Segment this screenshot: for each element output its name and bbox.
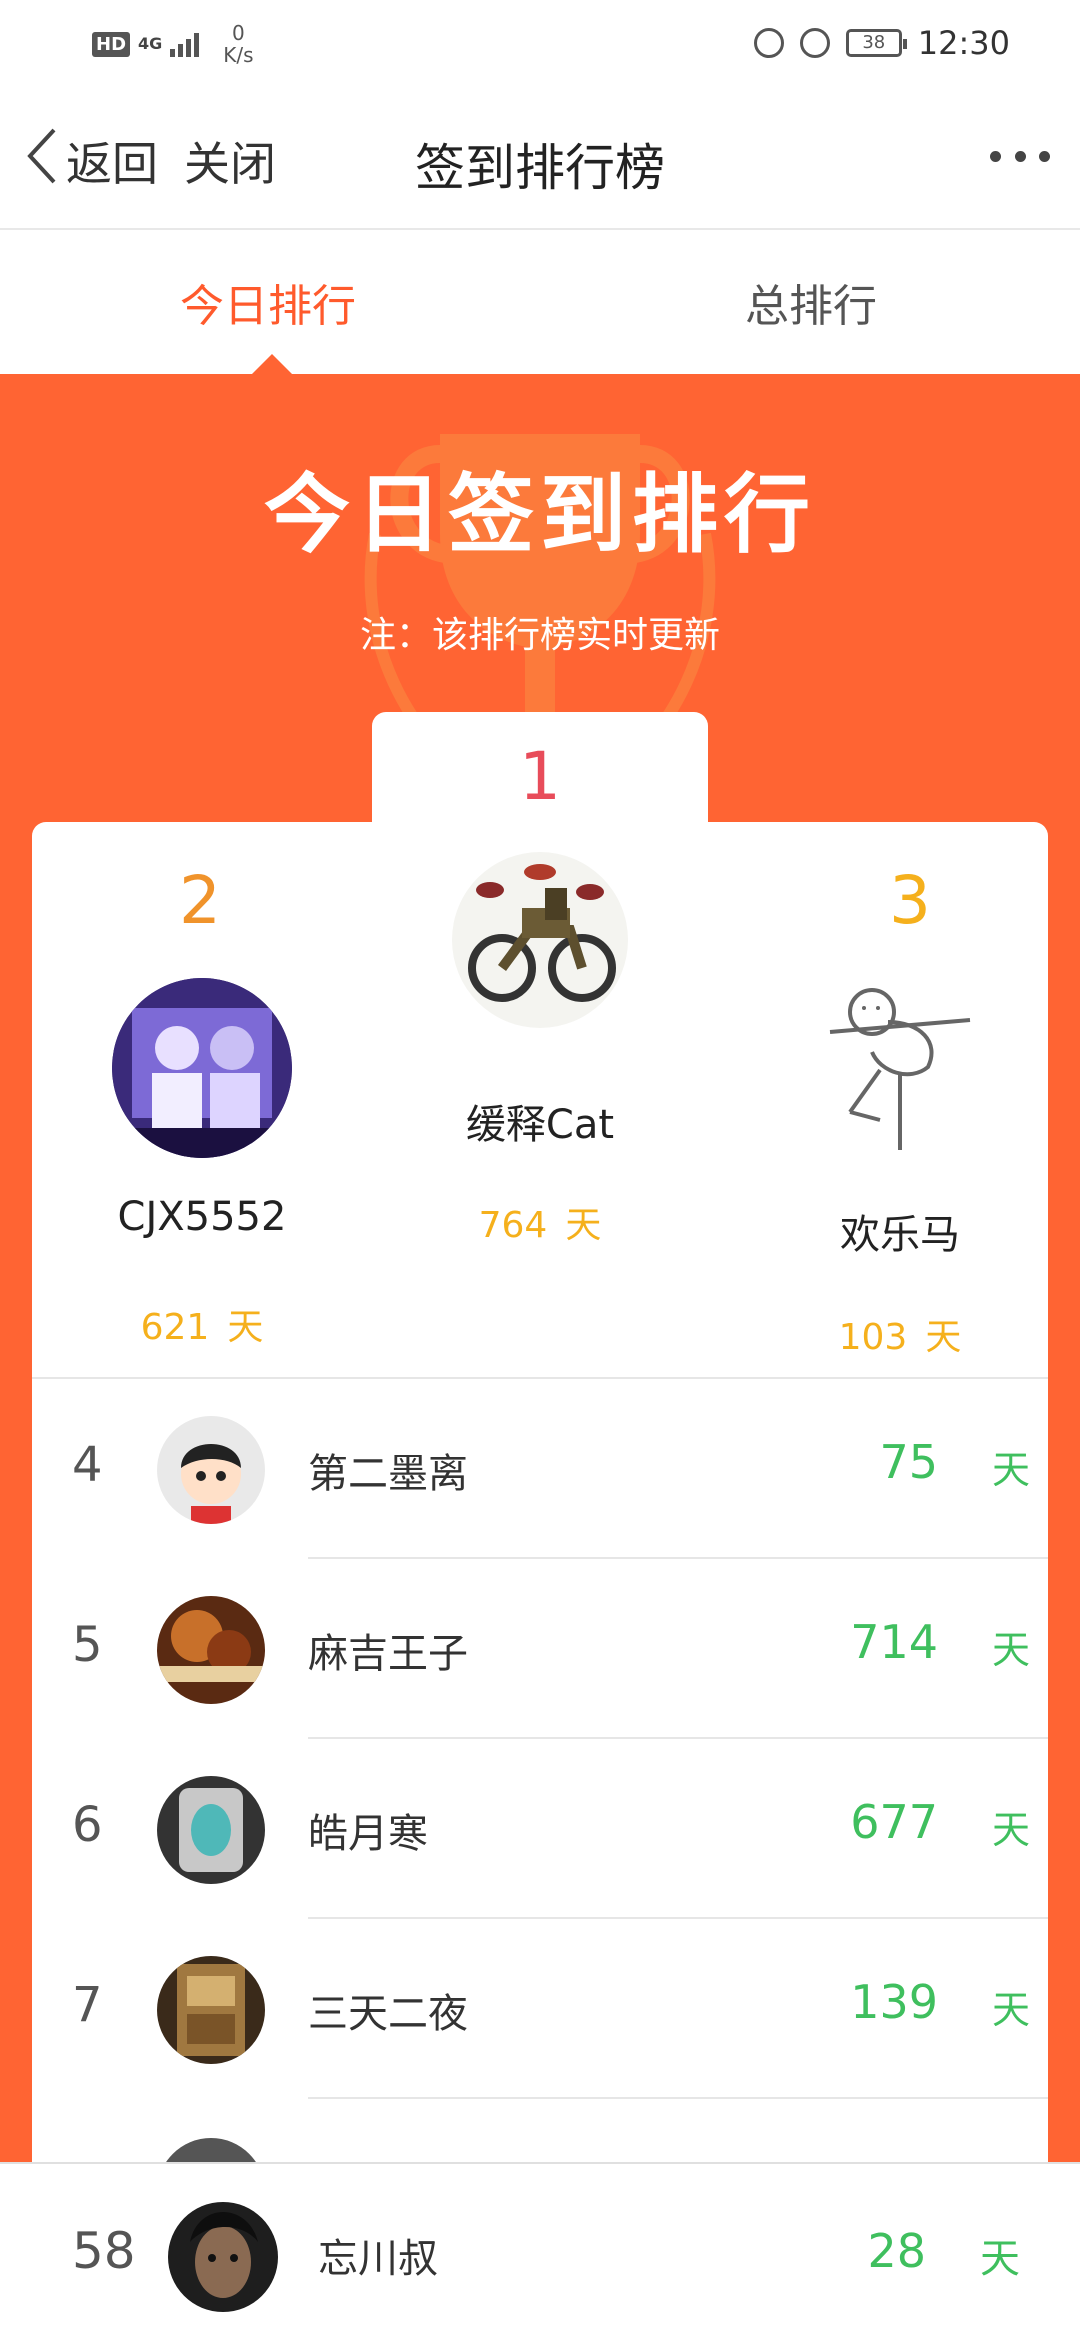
podium-days-second: 621 天 <box>52 1298 352 1350</box>
podium-name-first: 缓释Cat <box>465 1102 615 1148</box>
status-right: 38 12:30 <box>753 24 1010 62</box>
my-rank: 58 <box>72 2222 136 2280</box>
status-left: HD 4G 0 K/s <box>92 22 254 66</box>
network-speed: 0 K/s <box>223 22 253 66</box>
days-value: 621 <box>140 1307 210 1348</box>
signal-icon <box>170 31 200 57</box>
days-unit: 天 <box>925 1317 962 1358</box>
row-days: 677 <box>850 1795 938 1849</box>
tab-bar: 今日排行 总排行 <box>0 230 1080 374</box>
banner-note: 注：该排行榜实时更新 <box>359 615 720 656</box>
row-name: 第二墨离 <box>308 1451 468 1497</box>
list-item[interactable]: 6 皓月寒 677 天 <box>32 1739 1048 1919</box>
avatar[interactable] <box>157 1596 265 1704</box>
active-tab-indicator <box>252 354 292 374</box>
podium-days-first: 764 天 <box>390 1196 690 1248</box>
my-days: 28 <box>867 2224 926 2278</box>
my-avatar[interactable] <box>168 2202 278 2312</box>
speed-value: 0 <box>232 21 245 45</box>
status-bar: HD 4G 0 K/s 38 12:30 <box>0 0 1080 84</box>
row-unit: 天 <box>991 1448 1030 1492</box>
my-unit: 天 <box>980 2236 1020 2282</box>
row-unit: 天 <box>991 1988 1030 2032</box>
tab-today[interactable]: 今日排行 <box>180 270 356 334</box>
list-item[interactable]: 4 第二墨离 75 天 <box>32 1379 1048 1559</box>
alarm-icon <box>799 28 830 58</box>
row-rank: 7 <box>72 1977 103 2033</box>
list-item[interactable]: 5 麻吉王子 714 天 <box>32 1559 1048 1739</box>
row-name: 皓月寒 <box>308 1811 428 1857</box>
row-name: 麻吉王子 <box>308 1631 468 1677</box>
network-type: 4G <box>138 34 163 53</box>
list-item[interactable]: 7 三天二夜 139 天 <box>32 1919 1048 2099</box>
row-divider <box>308 2097 1048 2099</box>
ranking-card: 2 CJX5552 621 天 缓释Cat 764 天 3 欢乐马 103 天 … <box>32 822 1050 2246</box>
row-days: 139 <box>850 1975 938 2029</box>
data-saver-icon <box>753 28 784 58</box>
row-rank: 4 <box>72 1437 103 1493</box>
row-days: 714 <box>850 1615 938 1669</box>
my-name: 忘川叔 <box>318 2236 438 2282</box>
podium-days-third: 103 天 <box>750 1308 1050 1360</box>
avatar-first[interactable] <box>450 850 630 1030</box>
days-unit: 天 <box>227 1307 264 1348</box>
days-value: 764 <box>478 1205 548 1246</box>
podium-name-second: CJX5552 <box>117 1194 287 1240</box>
rank-1-label: 1 <box>519 738 561 815</box>
hd-icon: HD <box>92 31 131 57</box>
row-name: 三天二夜 <box>308 1991 468 2037</box>
banner-title: 今日签到排行 <box>264 465 816 565</box>
speed-unit: K/s <box>223 43 254 67</box>
row-unit: 天 <box>991 1808 1030 1852</box>
tab-total[interactable]: 总排行 <box>745 270 877 334</box>
row-rank: 6 <box>72 1797 103 1853</box>
nav-bar: 返回 关闭 签到排行榜 <box>0 84 1080 230</box>
rank-3-label: 3 <box>889 862 931 939</box>
row-rank: 5 <box>72 1617 103 1673</box>
page-title: 签到排行榜 <box>415 139 665 197</box>
first-place-tab: 1 <box>372 712 708 832</box>
avatar[interactable] <box>157 1776 265 1884</box>
avatar[interactable] <box>157 1956 265 2064</box>
avatar-third[interactable] <box>810 972 990 1152</box>
battery-icon: 38 <box>845 29 907 57</box>
avatar[interactable] <box>157 1416 265 1524</box>
avatar-second[interactable] <box>112 978 292 1158</box>
podium-name-third: 欢乐马 <box>840 1212 960 1258</box>
days-unit: 天 <box>565 1205 602 1246</box>
more-icon[interactable] <box>990 144 1050 168</box>
row-unit: 天 <box>991 1628 1030 1672</box>
rank-2-label: 2 <box>179 862 221 939</box>
clock: 12:30 <box>917 24 1010 62</box>
row-days: 75 <box>879 1435 938 1489</box>
days-value: 103 <box>838 1317 908 1358</box>
my-rank-bar[interactable]: 58 忘川叔 28 天 <box>0 2162 1080 2340</box>
